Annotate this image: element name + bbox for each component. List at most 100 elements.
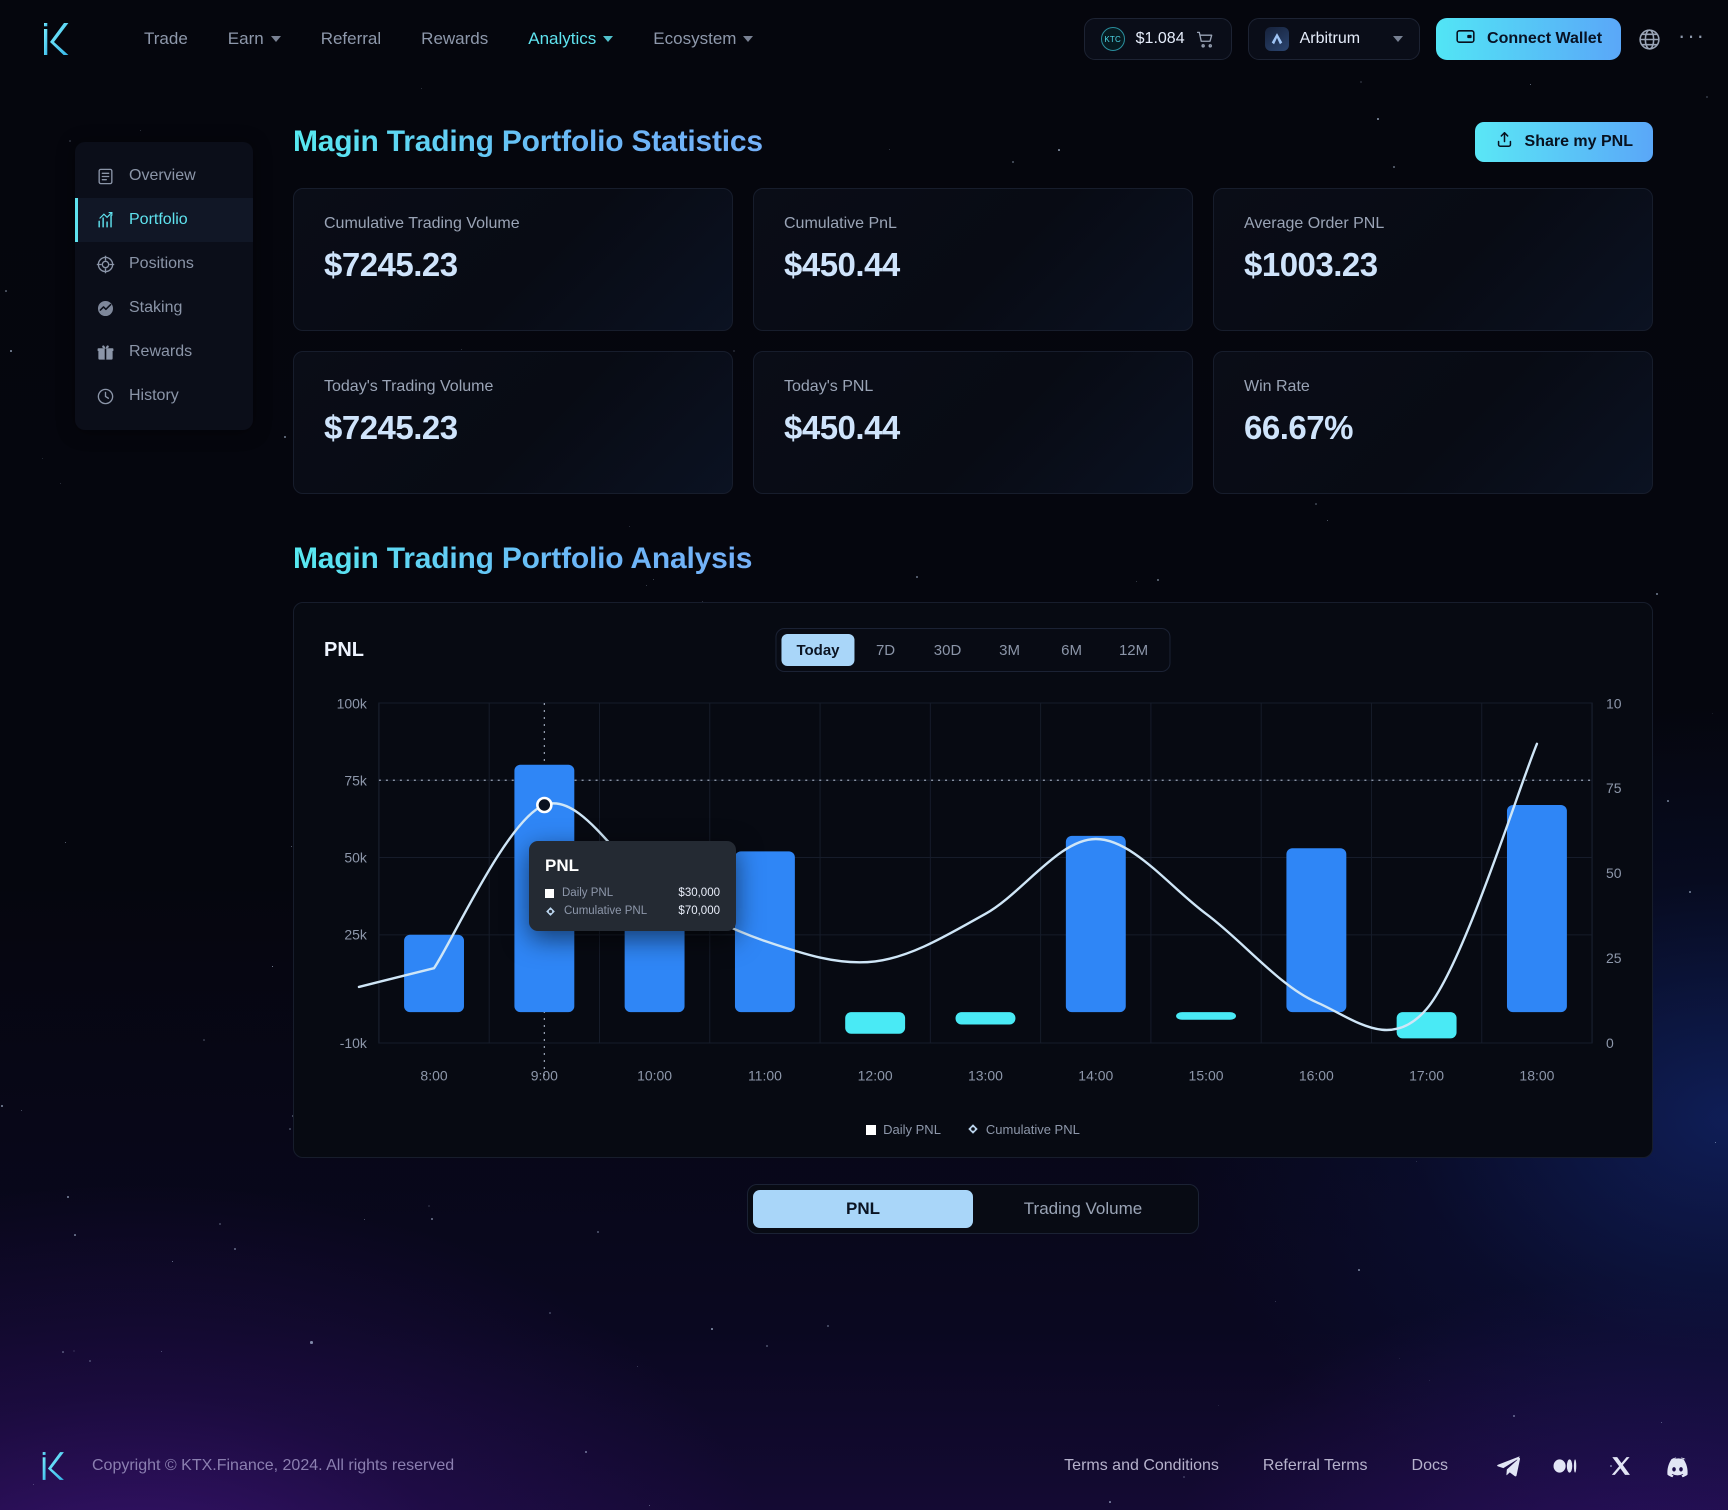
x-twitter-icon[interactable]	[1604, 1449, 1638, 1483]
sidebar-item-label: Portfolio	[129, 211, 188, 228]
sidebar-item-label: Rewards	[129, 343, 193, 360]
range-tabs: Today 7D 30D 3M 6M 12M	[775, 628, 1171, 672]
metric-tab-trading-volume[interactable]: Trading Volume	[973, 1190, 1193, 1228]
stats-title-row: Magin Trading Portfolio Statistics Share…	[293, 120, 1653, 164]
chevron-down-icon	[1393, 36, 1404, 42]
header-actions: KTC $1.084 Arbitrum Connect Wallet ···	[1083, 18, 1706, 60]
nav-item-label: Ecosystem	[653, 29, 737, 48]
connect-wallet-button[interactable]: Connect Wallet	[1436, 18, 1622, 60]
main-content: Magin Trading Portfolio Statistics Share…	[293, 120, 1653, 1234]
wave-circle-icon	[96, 299, 115, 318]
tooltip-title: PNL	[545, 856, 579, 875]
daily-pnl-swatch-icon	[545, 888, 554, 898]
stat-card-value: 66.67%	[1244, 409, 1353, 446]
nav-item-rewards[interactable]: Rewards	[401, 21, 508, 57]
stat-card-label: Average Order PNL	[1244, 215, 1385, 232]
gift-icon	[96, 343, 115, 362]
connect-wallet-label: Connect Wallet	[1487, 30, 1603, 47]
stat-card-value: $7245.23	[324, 409, 458, 446]
nav-item-trade[interactable]: Trade	[124, 21, 208, 57]
range-tab-30d[interactable]: 30D	[917, 634, 979, 666]
bar-chart-up-icon	[96, 211, 115, 230]
chart-legend: Daily PNL Cumulative PNL	[294, 1122, 1652, 1137]
network-selector[interactable]: Arbitrum	[1247, 18, 1421, 60]
sidebar-item-rewards[interactable]: Rewards	[75, 330, 253, 374]
tooltip-daily-value: $30,000	[678, 887, 720, 899]
footer-link-terms-and-conditions[interactable]: Terms and Conditions	[1042, 1457, 1241, 1475]
tooltip-cumulative-label: Cumulative PNL	[564, 905, 648, 917]
page-footer: Copyright © KTX.Finance, 2024. All right…	[0, 1422, 1728, 1510]
tooltip-cumulative-value: $70,000	[678, 905, 720, 917]
ktx-logo-icon[interactable]	[34, 16, 80, 62]
share-pnl-label: Share my PNL	[1524, 133, 1633, 150]
nav-item-analytics[interactable]: Analytics	[508, 21, 633, 57]
main-nav: Trade Earn Referral Rewards Analytics Ecosyst…	[124, 21, 773, 57]
legend-label: Daily PNL	[883, 1122, 941, 1137]
sidebar-item-staking[interactable]: Staking	[75, 286, 253, 330]
sidebar-item-label: Staking	[129, 299, 183, 316]
network-label: Arbitrum	[1299, 30, 1361, 47]
sidebar-item-positions[interactable]: Positions	[75, 242, 253, 286]
tooltip-row-cumulative: Cumulative PNL $70,000	[545, 905, 720, 917]
globe-icon[interactable]	[1637, 27, 1662, 52]
legend-label: Cumulative PNL	[985, 1122, 1080, 1137]
nav-item-earn[interactable]: Earn	[208, 21, 301, 57]
list-icon	[96, 167, 115, 186]
chart-panel: PNL Today 7D 30D 3M 6M 12M 100k 75k 50k 25k -10k 1…	[293, 602, 1653, 1158]
share-upload-icon	[1495, 130, 1514, 154]
metric-tabs: PNL Trading Volume	[747, 1184, 1199, 1234]
stat-card: Average Order PNL $1003.23	[1213, 188, 1653, 331]
nav-item-label: Earn	[227, 29, 264, 48]
range-tab-today[interactable]: Today	[781, 634, 855, 666]
nav-item-label: Analytics	[528, 29, 597, 48]
medium-icon[interactable]	[1548, 1449, 1582, 1483]
sidebar-item-history[interactable]: History	[75, 374, 253, 418]
chevron-down-icon	[270, 36, 281, 42]
legend-item-cumulative-pnl[interactable]: Cumulative PNL	[967, 1122, 1080, 1137]
range-tab-3m[interactable]: 3M	[979, 634, 1041, 666]
stat-card-label: Cumulative PnL	[784, 215, 897, 232]
chart-title: PNL	[324, 638, 364, 661]
stat-card-value: $450.44	[784, 409, 900, 446]
range-tab-7d[interactable]: 7D	[855, 634, 917, 666]
stat-card: Cumulative Trading Volume $7245.23	[293, 188, 733, 331]
nav-item-referral[interactable]: Referral	[301, 21, 401, 57]
chart-header: PNL Today 7D 30D 3M 6M 12M	[324, 628, 1622, 672]
footer-links: Terms and Conditions Referral Terms Docs	[1042, 1449, 1694, 1483]
nav-item-label: Rewards	[421, 29, 489, 48]
sidebar-item-label: Positions	[129, 255, 194, 272]
sidebar-item-label: Overview	[129, 167, 196, 184]
copyright-text: Copyright © KTX.Finance, 2024. All right…	[92, 1457, 455, 1474]
stat-card-label: Today's PNL	[784, 378, 874, 395]
chevron-down-icon	[603, 36, 614, 42]
legend-item-daily-pnl[interactable]: Daily PNL	[866, 1122, 941, 1137]
range-tab-12m[interactable]: 12M	[1103, 634, 1165, 666]
footer-link-referral-terms[interactable]: Referral Terms	[1241, 1457, 1390, 1475]
stat-card: Win Rate 66.67%	[1213, 351, 1653, 494]
sidebar-item-overview[interactable]: Overview	[75, 154, 253, 198]
cart-icon[interactable]	[1196, 30, 1215, 49]
sidebar-item-portfolio[interactable]: Portfolio	[75, 198, 253, 242]
nav-item-ecosystem[interactable]: Ecosystem	[633, 21, 773, 57]
clock-icon	[96, 387, 115, 406]
target-icon	[96, 255, 115, 274]
chart-tooltip: PNL Daily PNL $30,000 Cumulative PNL $70…	[529, 841, 736, 931]
footer-link-docs[interactable]: Docs	[1390, 1457, 1470, 1475]
range-tab-6m[interactable]: 6M	[1041, 634, 1103, 666]
page-title: Magin Trading Portfolio Statistics	[293, 125, 763, 158]
analysis-title: Magin Trading Portfolio Analysis	[293, 542, 753, 575]
arbitrum-icon	[1264, 27, 1289, 51]
more-dots-icon[interactable]: ···	[1678, 24, 1706, 54]
pnl-chart-svg[interactable]	[324, 693, 1622, 1093]
nav-item-label: Trade	[144, 29, 188, 48]
token-price-pill[interactable]: KTC $1.084	[1083, 18, 1232, 60]
discord-icon[interactable]	[1660, 1449, 1694, 1483]
telegram-icon[interactable]	[1492, 1449, 1526, 1483]
stat-card-value: $450.44	[784, 246, 900, 283]
tooltip-daily-label: Daily PNL	[562, 887, 614, 899]
ktx-logo-icon[interactable]	[34, 1446, 74, 1486]
cumulative-pnl-swatch-icon	[967, 1122, 979, 1137]
metric-tab-pnl[interactable]: PNL	[753, 1190, 973, 1228]
stat-card-value: $1003.23	[1244, 246, 1378, 283]
share-pnl-button[interactable]: Share my PNL	[1474, 122, 1653, 162]
